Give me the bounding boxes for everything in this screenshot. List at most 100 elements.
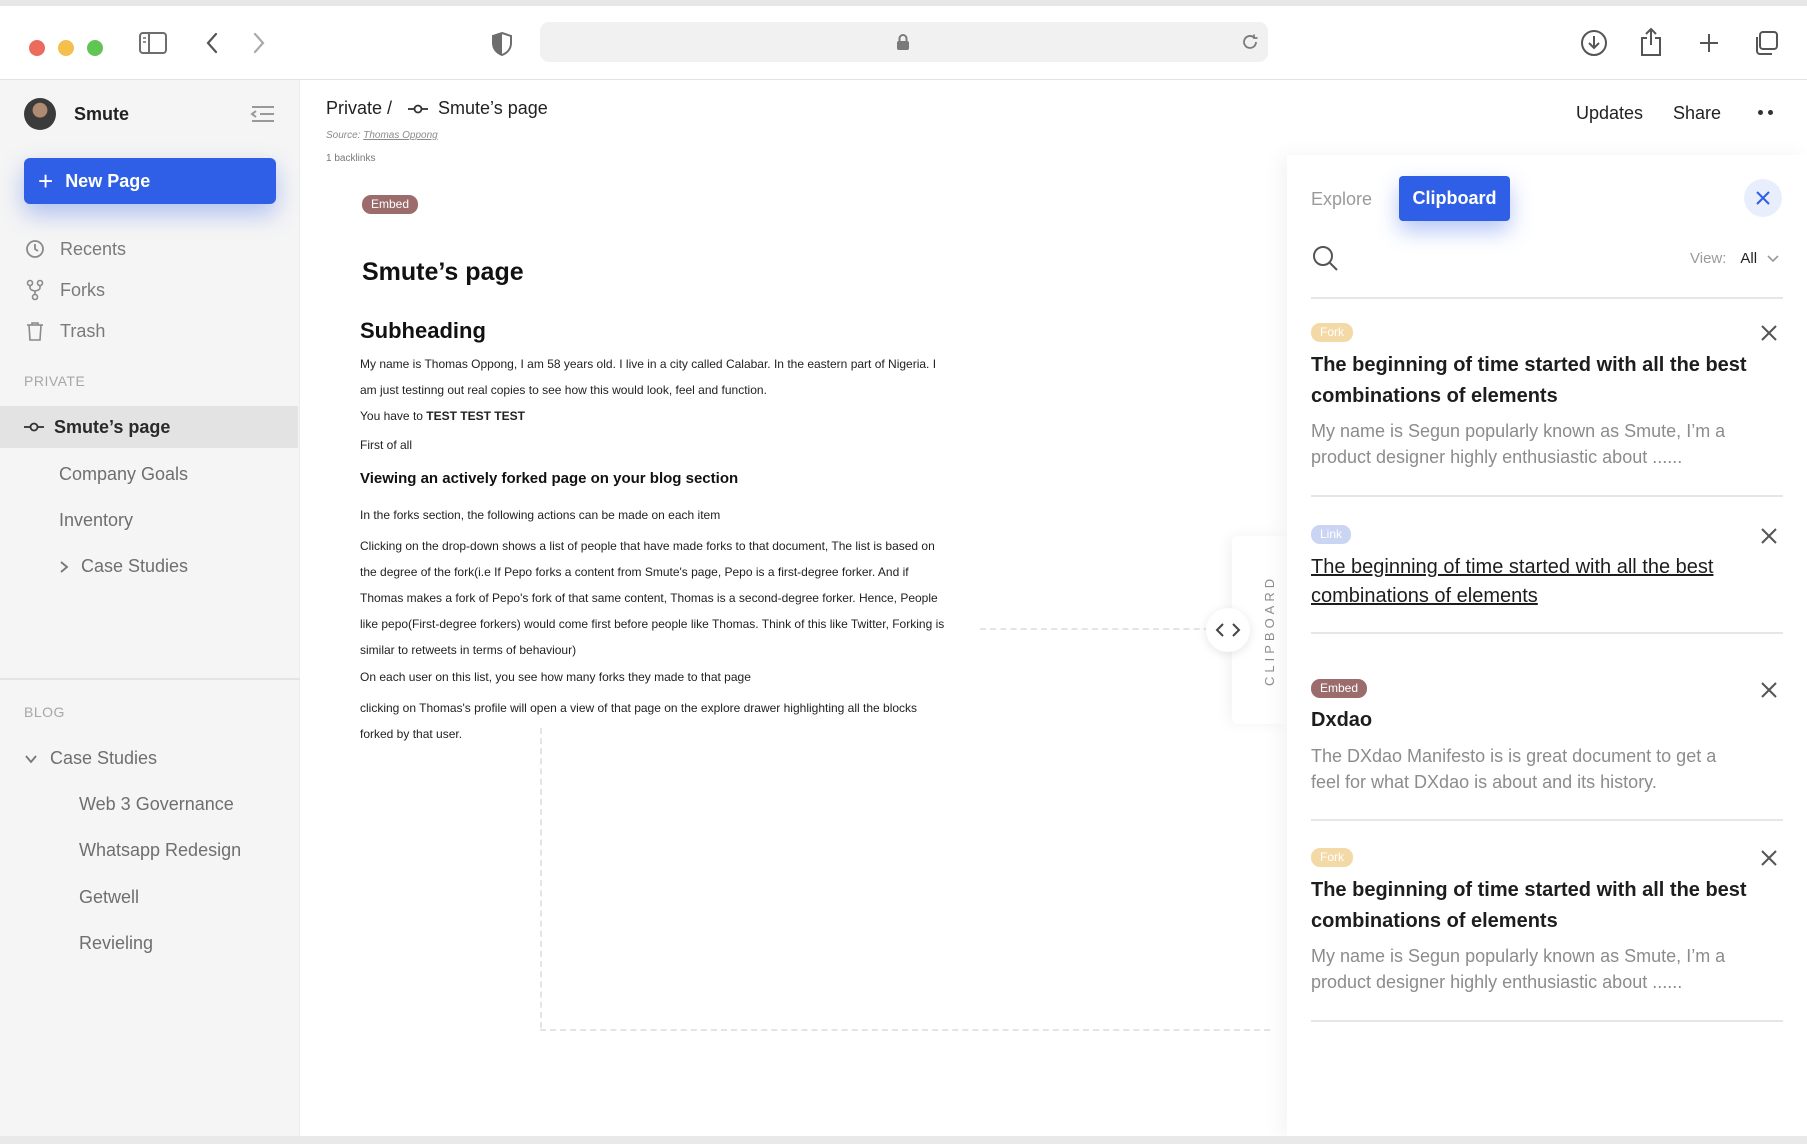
forks-intro[interactable]: In the forks section, the following acti… bbox=[360, 502, 1000, 528]
page-title[interactable]: Smute’s page bbox=[362, 258, 524, 287]
sidebar-item-case-studies[interactable]: Case Studies bbox=[59, 556, 188, 577]
nav-recents[interactable]: Recents bbox=[24, 238, 126, 260]
nav-trash-label: Trash bbox=[60, 320, 106, 341]
card-title[interactable]: The beginning of time started with all t… bbox=[1311, 875, 1751, 937]
chevron-down-icon[interactable] bbox=[24, 754, 38, 764]
intro-line-1[interactable]: My name is Thomas Oppong, I am 58 years … bbox=[360, 351, 1000, 377]
sidebar-item-revieling[interactable]: Revieling bbox=[79, 933, 153, 954]
close-icon[interactable] bbox=[1760, 527, 1778, 550]
para-line[interactable]: Thomas makes a fork of Pepo's fork of th… bbox=[360, 585, 1000, 611]
nav-forks-label: Forks bbox=[60, 279, 105, 300]
sidebar-item-label: Case Studies bbox=[50, 748, 158, 768]
window-bottom-edge bbox=[0, 1136, 1807, 1144]
sidebar-item-label: Case Studies bbox=[81, 556, 189, 576]
intro-line-2[interactable]: am just testinng out real copies to see … bbox=[360, 377, 1000, 403]
reload-icon[interactable] bbox=[1240, 32, 1260, 52]
close-window-button[interactable] bbox=[29, 40, 45, 56]
card-link-title[interactable]: The beginning of time started with all t… bbox=[1311, 553, 1751, 611]
more-options-icon[interactable] bbox=[1758, 110, 1773, 115]
sidebar-item-inventory[interactable]: Inventory bbox=[59, 510, 133, 531]
view-select[interactable]: All bbox=[1740, 250, 1757, 267]
backlinks-count[interactable]: 1 backlinks bbox=[326, 153, 375, 164]
share-button[interactable]: Share bbox=[1673, 103, 1721, 124]
test-line[interactable]: You have to TEST TEST TEST bbox=[360, 403, 1000, 429]
breadcrumb: Private / Smute’s page bbox=[326, 98, 548, 119]
share-icon[interactable] bbox=[1638, 26, 1664, 58]
panel-divider bbox=[1311, 495, 1783, 497]
sidebar-divider bbox=[0, 678, 300, 680]
sidebar-item-getwell[interactable]: Getwell bbox=[79, 887, 139, 908]
breadcrumb-page[interactable]: Smute’s page bbox=[438, 98, 548, 119]
blog-heading: BLOG bbox=[24, 704, 65, 720]
test-bold: TEST TEST TEST bbox=[426, 409, 525, 423]
search-icon[interactable] bbox=[1311, 244, 1339, 277]
link-tag: Link bbox=[1311, 525, 1352, 544]
zoom-window-button[interactable] bbox=[87, 40, 103, 56]
sidebar-item-company-goals[interactable]: Company Goals bbox=[59, 464, 188, 485]
section-heading[interactable]: Viewing an actively forked page on your … bbox=[360, 470, 738, 487]
sidebar-item-whatsapp-redesign[interactable]: Whatsapp Redesign bbox=[79, 840, 241, 861]
nav-recents-label: Recents bbox=[60, 238, 127, 259]
card-title[interactable]: The beginning of time started with all t… bbox=[1311, 350, 1751, 412]
tab-clipboard[interactable]: Clipboard bbox=[1399, 176, 1510, 221]
plus-icon[interactable] bbox=[1696, 30, 1722, 56]
minimize-window-button[interactable] bbox=[58, 40, 74, 56]
clicking-line[interactable]: forked by that user. bbox=[360, 721, 1000, 747]
close-icon[interactable] bbox=[1760, 849, 1778, 872]
breadcrumb-root[interactable]: Private / bbox=[326, 98, 392, 119]
sidebar-folder-case-studies[interactable]: Case Studies bbox=[24, 748, 157, 769]
avatar[interactable] bbox=[24, 98, 56, 130]
chevron-right-icon[interactable] bbox=[247, 30, 271, 56]
code-chevrons-icon[interactable] bbox=[1206, 608, 1250, 652]
close-icon[interactable] bbox=[1760, 324, 1778, 347]
embed-tag: Embed bbox=[1311, 679, 1368, 698]
first-of-all[interactable]: First of all bbox=[360, 432, 1000, 458]
chevron-down-icon[interactable] bbox=[1767, 254, 1779, 263]
card-description: My name is Segun popularly known as Smut… bbox=[1311, 421, 1726, 467]
card-description: My name is Segun popularly known as Smut… bbox=[1311, 946, 1726, 992]
para-line[interactable]: like pepo(First-degree forkers) would co… bbox=[360, 611, 1000, 637]
workspace-name[interactable]: Smute bbox=[74, 104, 129, 125]
sidebar-item-web3-governance[interactable]: Web 3 Governance bbox=[79, 794, 234, 815]
view-label: View: bbox=[1690, 250, 1727, 267]
tabs-overview-icon[interactable] bbox=[1752, 29, 1780, 57]
browser-toolbar bbox=[0, 6, 1807, 80]
sidebar-item-smutes-page[interactable]: Smute’s page bbox=[0, 406, 298, 448]
clicking-line[interactable]: clicking on Thomas's profile will open a… bbox=[360, 695, 1000, 721]
clock-icon bbox=[24, 238, 46, 260]
source-author-link[interactable]: Thomas Oppong bbox=[363, 130, 438, 141]
source-label: Source: bbox=[326, 130, 361, 141]
source-line: Source: Thomas Oppong bbox=[326, 130, 438, 141]
test-prefix: You have to bbox=[360, 409, 427, 423]
nav-forks[interactable]: Forks bbox=[24, 279, 105, 301]
close-icon[interactable] bbox=[1760, 681, 1778, 704]
fork-tag: Fork bbox=[1311, 848, 1353, 867]
private-heading: PRIVATE bbox=[24, 373, 86, 389]
panel-divider bbox=[1311, 819, 1783, 821]
chevron-left-icon[interactable] bbox=[200, 30, 224, 56]
linked-page-icon bbox=[24, 422, 44, 432]
embed-tag: Embed bbox=[362, 195, 419, 214]
close-icon[interactable] bbox=[1744, 179, 1782, 217]
nav-trash[interactable]: Trash bbox=[24, 320, 105, 342]
card-title[interactable]: Dxdao bbox=[1311, 705, 1751, 736]
shield-icon[interactable] bbox=[490, 30, 514, 58]
new-page-button[interactable]: + New Page bbox=[24, 158, 276, 204]
para-line[interactable]: Clicking on the drop-down shows a list o… bbox=[360, 533, 1000, 559]
para-line[interactable]: similar to retweets in terms of behaviou… bbox=[360, 637, 1000, 663]
subheading[interactable]: Subheading bbox=[360, 318, 486, 344]
panel-divider bbox=[1311, 632, 1783, 634]
each-user-line[interactable]: On each user on this list, you see how m… bbox=[360, 664, 1000, 690]
chevron-right-icon[interactable] bbox=[59, 560, 69, 574]
updates-button[interactable]: Updates bbox=[1576, 103, 1643, 124]
para-line[interactable]: the degree of the fork(i.e If Pepo forks… bbox=[360, 559, 1000, 585]
collapse-sidebar-icon[interactable] bbox=[250, 102, 276, 126]
fork-tag: Fork bbox=[1311, 323, 1353, 342]
tab-explore[interactable]: Explore bbox=[1311, 189, 1372, 210]
sidebar: Smute + New Page Recents Forks Trash PRI… bbox=[0, 80, 300, 1136]
address-bar[interactable] bbox=[540, 22, 1268, 62]
sidebar-icon[interactable] bbox=[138, 30, 168, 56]
view-filter: View: All bbox=[1690, 250, 1779, 267]
drop-zone-outline bbox=[540, 1029, 1270, 1031]
download-icon[interactable] bbox=[1579, 28, 1609, 58]
